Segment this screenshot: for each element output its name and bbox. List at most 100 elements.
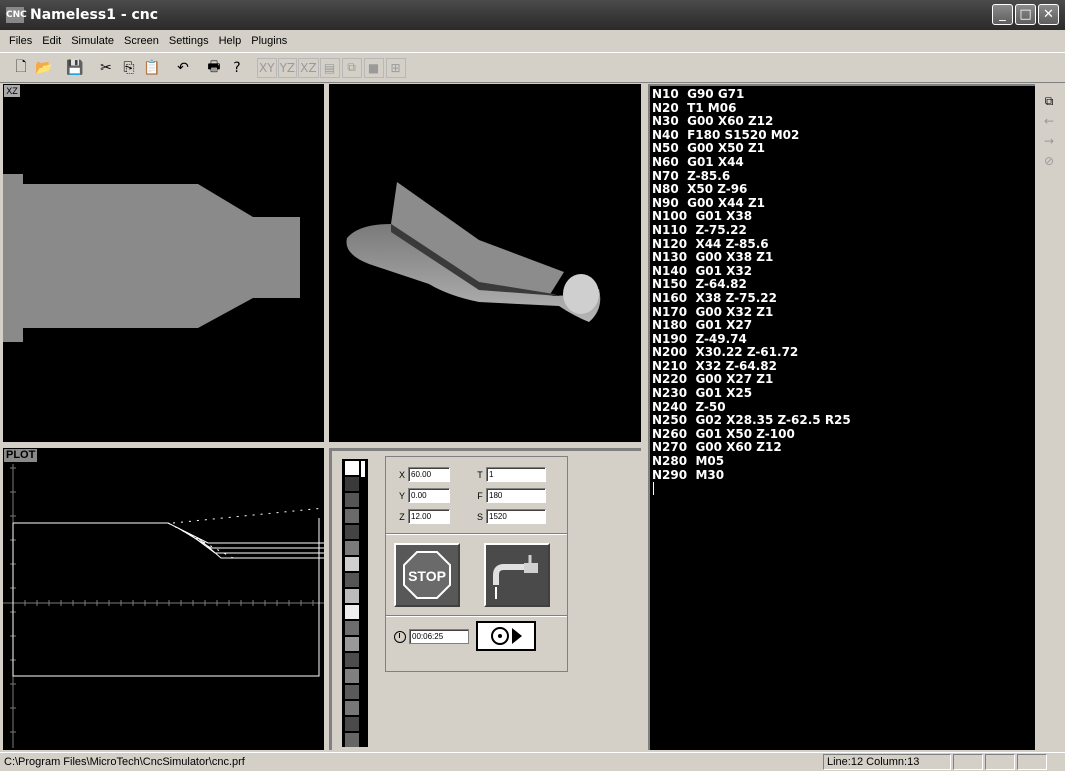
app-icon: CNC <box>6 7 27 23</box>
view-xy-button[interactable]: XY <box>257 57 277 78</box>
side-toolbar: ⧉ ← → ⊘ <box>1039 92 1061 172</box>
speed-label: S <box>476 511 483 522</box>
program-line[interactable]: N290 M30 <box>652 468 1035 483</box>
help-icon[interactable]: ? <box>226 57 248 79</box>
fit-view-icon[interactable]: ⊞ <box>385 57 406 78</box>
program-line[interactable]: N240 Z-50 <box>652 400 1035 415</box>
tool-indicator-slider[interactable] <box>361 461 365 477</box>
y-value: 0.00 <box>408 488 450 503</box>
program-line[interactable]: N100 G01 X38 <box>652 210 1035 224</box>
play-icon <box>491 627 522 645</box>
program-line[interactable]: N80 X50 Z-96 <box>652 183 1035 197</box>
title-bar[interactable]: CNC Nameless1 - cnc _ □ ✕ <box>0 0 1065 30</box>
view-yz-button[interactable]: YZ <box>277 57 298 78</box>
cut-icon[interactable]: ✂ <box>95 57 117 79</box>
program-line[interactable]: N180 G01 X27 <box>652 318 1035 333</box>
program-line[interactable]: N90 G00 X44 Z1 <box>652 196 1035 211</box>
tool-label: T <box>477 469 483 480</box>
run-button[interactable] <box>476 621 536 651</box>
copy-view-icon[interactable]: ⧉ <box>1039 92 1059 110</box>
status-cursor-position: Line:12 Column:13 <box>823 754 951 770</box>
menu-edit[interactable]: Edit <box>37 35 66 47</box>
x-axis-label: X <box>398 469 405 480</box>
window-title: Nameless1 - cnc <box>30 7 159 23</box>
copy-icon[interactable]: ⎘ <box>118 57 140 79</box>
program-line[interactable]: N260 G01 X50 Z-100 <box>652 427 1035 442</box>
save-icon[interactable]: 💾 <box>64 57 86 79</box>
tool-indicator-cell <box>345 733 359 747</box>
program-line[interactable]: N200 X30.22 Z-61.72 <box>652 346 1035 360</box>
x-value: 60.00 <box>408 467 450 482</box>
program-line[interactable]: N280 M05 <box>652 454 1035 469</box>
program-line[interactable]: N210 X32 Z-64.82 <box>652 359 1035 374</box>
new-file-icon[interactable]: 🗋 <box>10 57 32 79</box>
view-xz-button[interactable]: XZ <box>298 57 319 78</box>
program-line[interactable]: N70 Z-85.6 <box>652 169 1035 184</box>
tool-indicator-cell <box>345 589 359 603</box>
program-line[interactable]: N50 G00 X50 Z1 <box>652 142 1035 156</box>
program-line[interactable]: N40 F180 S1520 M02 <box>652 128 1035 143</box>
stop-label: STOP <box>408 568 446 584</box>
stop-button[interactable]: STOP <box>394 543 460 607</box>
program-line[interactable]: N60 G01 X44 <box>652 155 1035 170</box>
program-line[interactable]: N170 G00 X32 Z1 <box>652 305 1035 320</box>
cancel-icon[interactable]: ⊘ <box>1039 152 1059 170</box>
program-line[interactable]: N140 G01 X32 <box>652 264 1035 279</box>
plot-view-panel[interactable]: PLOT <box>3 448 325 750</box>
status-cell <box>985 754 1015 770</box>
elapsed-time: 00:06:25 <box>394 629 469 644</box>
program-line[interactable]: N230 G01 X25 <box>652 386 1035 401</box>
3d-view-panel[interactable] <box>329 84 641 442</box>
menu-settings[interactable]: Settings <box>164 35 214 47</box>
y-readout: Y 0.00 <box>396 488 450 503</box>
nc-program-editor[interactable]: N10 G90 G71 N20 T1 M06 N30 G00 X60 Z12 N40 … <box>648 84 1035 750</box>
program-line[interactable]: N30 G00 X60 Z12 <box>652 115 1035 129</box>
print-icon[interactable]: 🖶 <box>203 57 225 79</box>
menu-simulate[interactable]: Simulate <box>66 35 119 47</box>
solid-view-icon[interactable]: ■ <box>363 57 384 78</box>
toolbar: 🗋 📂 💾 ✂ ⎘ 📋 ↶ 🖶 ? XY YZ XZ ▤ ⧉ ■ ⊞ <box>0 52 1065 83</box>
tool-indicator-cell <box>345 637 359 651</box>
close-button[interactable]: ✕ <box>1038 4 1059 25</box>
coolant-button[interactable] <box>484 543 550 607</box>
arrow-right-icon[interactable]: → <box>1039 132 1059 150</box>
xz-view-label: XZ <box>4 85 20 97</box>
program-line[interactable]: N10 G90 G71 <box>652 87 1035 102</box>
program-line[interactable]: N120 X44 Z-85.6 <box>652 237 1035 252</box>
plot-axes <box>3 464 324 748</box>
program-line[interactable]: N110 Z-75.22 <box>652 223 1035 238</box>
program-line[interactable]: N150 Z-64.82 <box>652 278 1035 292</box>
arrow-left-icon[interactable]: ← <box>1039 112 1059 130</box>
tool-indicator-cell <box>345 701 359 715</box>
resize-grip-icon[interactable] <box>1049 754 1065 770</box>
maximize-button[interactable]: □ <box>1015 4 1036 25</box>
menu-files[interactable]: Files <box>4 35 37 47</box>
program-line[interactable]: N270 G00 X60 Z12 <box>652 441 1035 455</box>
program-line[interactable]: N130 G00 X38 Z1 <box>652 251 1035 265</box>
menu-bar: Files Edit Simulate Screen Settings Help… <box>0 31 1065 51</box>
elapsed-time-value: 00:06:25 <box>409 629 469 644</box>
menu-help[interactable]: Help <box>214 35 247 47</box>
program-line[interactable]: N220 G00 X27 Z1 <box>652 373 1035 387</box>
program-line[interactable]: N190 Z-49.74 <box>652 332 1035 347</box>
feed-readout: F 180 <box>474 488 546 503</box>
paste-icon[interactable]: 📋 <box>141 57 163 79</box>
split-view-icon[interactable]: ⧉ <box>341 57 362 78</box>
menu-screen[interactable]: Screen <box>119 35 164 47</box>
stop-sign-icon: STOP <box>403 551 451 599</box>
grid-view-icon[interactable]: ▤ <box>319 57 340 78</box>
open-folder-icon[interactable]: 📂 <box>33 57 55 79</box>
minimize-button[interactable]: _ <box>992 4 1013 25</box>
z-readout: Z 12.00 <box>396 509 450 524</box>
plot-ticks <box>10 467 314 733</box>
tool-indicator-cell <box>345 717 359 731</box>
program-line[interactable]: N250 G02 X28.35 Z-62.5 R25 <box>652 414 1035 428</box>
y-axis-label: Y <box>398 490 405 501</box>
z-value: 12.00 <box>408 509 450 524</box>
undo-icon[interactable]: ↶ <box>172 57 194 79</box>
program-line[interactable]: N160 X38 Z-75.22 <box>652 291 1035 306</box>
tool-indicator-cell <box>345 509 359 523</box>
xz-view-panel[interactable]: XZ <box>3 84 324 442</box>
menu-plugins[interactable]: Plugins <box>246 35 292 47</box>
program-line[interactable]: N20 T1 M06 <box>652 101 1035 116</box>
